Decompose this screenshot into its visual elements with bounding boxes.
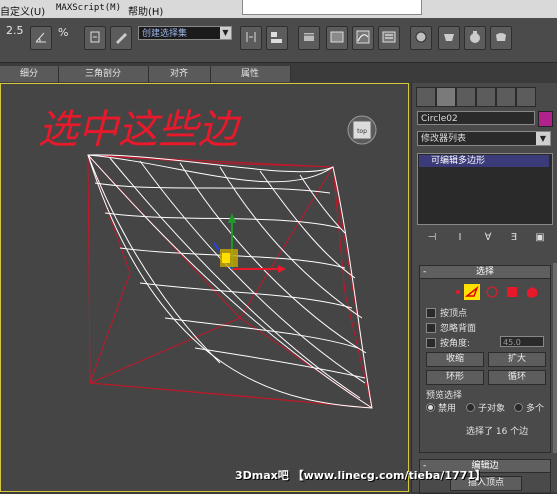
preview-multi-radio[interactable] [514,403,523,412]
viewport-active-border [0,83,409,492]
curve-editor-icon[interactable] [352,26,374,50]
by-vertex-checkbox[interactable] [426,308,436,318]
menu-item-maxscript[interactable]: MAXScript(M) [56,3,121,13]
preview-subobject-radio[interactable] [466,403,475,412]
object-color-swatch[interactable] [538,111,553,127]
percent-snap-icon[interactable]: % [58,26,68,39]
spinner-snap-icon[interactable] [84,26,106,50]
ring-button[interactable]: 环形 [426,370,484,385]
title-box [242,0,422,15]
selection-rollout-header[interactable]: - 选择 [420,266,550,279]
utilities-tab-icon[interactable] [516,87,536,107]
render-production-icon[interactable] [490,26,512,50]
make-unique-icon[interactable]: ∀ [479,231,497,245]
selection-status: 选择了 16 个边 [466,427,529,437]
hierarchy-tab-icon[interactable] [456,87,476,107]
shrink-button[interactable]: 收缩 [426,352,484,367]
panel-scrollbar[interactable] [553,263,557,453]
angle-spinner[interactable]: 45.0 [500,336,544,347]
ignore-backfacing-label: 忽略背面 [440,324,477,334]
schematic-view-icon[interactable] [378,26,400,50]
create-tab-icon[interactable] [416,87,436,107]
by-vertex-label: 按顶点 [440,309,468,319]
ribbon-tabs: 细分 三角剖分 对齐 属性 [0,66,291,82]
show-end-result-icon[interactable]: Ⅰ [451,231,469,245]
main-toolbar: 2.5 % 创建选择集 ▼ [0,18,557,63]
preview-off-radio[interactable] [426,403,435,412]
menu-bar: 自定义(U) MAXScript(M) 帮助(H) [0,0,557,18]
modifier-list-dropdown[interactable]: 修改器列表 ▼ [417,131,551,146]
preview-subobject-label: 子对象 [478,404,506,414]
preview-multi-label: 多个 [526,404,545,414]
motion-tab-icon[interactable] [476,87,496,107]
ignore-backfacing-checkbox[interactable] [426,323,436,333]
remove-modifier-icon[interactable]: Ǝ [505,231,523,245]
menu-item-customize[interactable]: 自定义(U) [0,3,45,18]
watermark-text: 3Dmax吧 【www.linecg.com/tieba/1771】 [235,469,486,482]
configure-modifier-sets-icon[interactable]: ▣ [531,231,549,245]
angle-snap-icon[interactable] [30,26,52,50]
pin-stack-icon[interactable]: ⊣ [423,231,441,245]
tab-triangulation[interactable]: 三角剖分 [58,66,149,82]
graphite-tools-icon[interactable] [326,26,348,50]
snap-value[interactable]: 2.5 [6,24,24,37]
element-level-icon[interactable] [524,284,540,300]
polygon-level-icon[interactable] [504,284,520,300]
menu-item-help[interactable]: 帮助(H) [128,3,163,18]
layer-manager-icon[interactable] [298,26,320,50]
edit-named-selection-icon[interactable] [110,26,132,50]
by-angle-checkbox[interactable] [426,338,436,348]
rendered-frame-window-icon[interactable] [464,26,486,50]
align-icon[interactable] [266,26,288,50]
preview-off-label: 禁用 [438,404,457,414]
mirror-icon[interactable] [240,26,262,50]
display-tab-icon[interactable] [496,87,516,107]
tab-align[interactable]: 对齐 [148,66,211,82]
material-editor-icon[interactable] [410,26,432,50]
edge-level-icon[interactable] [464,284,480,300]
by-angle-label: 按角度: [440,339,471,349]
stack-item-editable-poly[interactable]: 可编辑多边形 [419,155,549,167]
modify-tab-icon[interactable] [436,87,456,107]
command-panel: Circle02 修改器列表 ▼ 可编辑多边形 ⊣ Ⅰ ∀ Ǝ ▣ - 选择 按顶点… [411,83,557,494]
tab-properties[interactable]: 属性 [210,66,291,82]
stack-buttons: ⊣ Ⅰ ∀ Ǝ ▣ [417,231,551,247]
loop-button[interactable]: 循环 [488,370,546,385]
command-panel-tabs [416,87,556,107]
perspective-viewport[interactable]: 选中这些边 top [0,83,411,492]
border-level-icon[interactable] [484,284,500,300]
preview-selection-label: 预览选择 [426,391,463,401]
object-name-field[interactable]: Circle02 [417,111,535,125]
grow-button[interactable]: 扩大 [488,352,546,367]
named-selection-dropdown[interactable]: 创建选择集 ▼ [138,26,232,40]
render-setup-icon[interactable] [438,26,460,50]
modifier-stack[interactable]: 可编辑多边形 [417,153,553,225]
tab-subdivision[interactable]: 细分 [0,66,59,82]
selection-rollout: - 选择 按顶点 忽略背面 按角度: 45.0 收缩 扩大 环形 循环 预览选择 … [419,265,551,453]
